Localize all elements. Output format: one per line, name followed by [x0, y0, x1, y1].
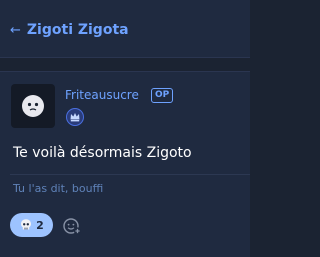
crown-icon — [66, 108, 84, 126]
thread-header: ← Zigoti Zigota — [0, 0, 250, 58]
back-arrow-icon: ← — [10, 22, 21, 38]
reaction-skull[interactable]: 2 — [10, 213, 53, 237]
back-button[interactable]: ← Zigoti Zigota — [10, 20, 129, 40]
reaction-count: 2 — [36, 218, 44, 232]
post-card: Friteausucre OP Te voilà désormais Zigot… — [0, 71, 250, 257]
username-link[interactable]: Friteausucre — [65, 88, 139, 102]
skull-icon — [21, 219, 32, 230]
post-content: Te voilà désormais Zigoto — [13, 145, 192, 161]
op-badge: OP — [151, 88, 174, 103]
ghost-face-icon — [22, 95, 44, 117]
avatar[interactable] — [11, 84, 55, 128]
add-emoji-icon — [63, 218, 82, 235]
thread-title: Zigoti Zigota — [26, 22, 129, 38]
reply-preview[interactable]: Tu l'as dit, bouffi — [13, 182, 103, 195]
divider — [10, 174, 250, 175]
add-reaction-button[interactable] — [61, 215, 83, 237]
